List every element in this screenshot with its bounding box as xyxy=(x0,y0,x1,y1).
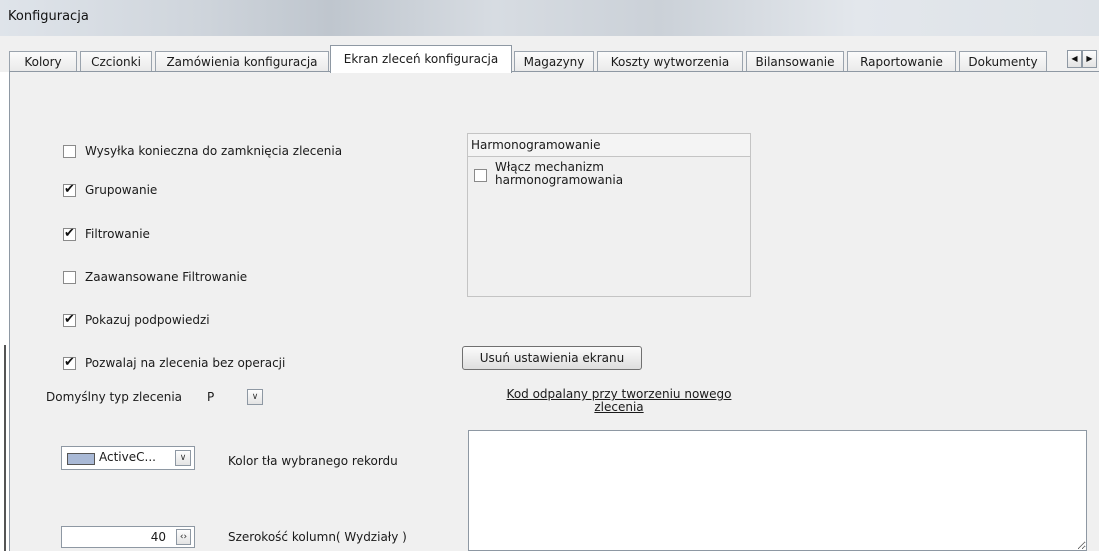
tab-bilansowanie[interactable]: Bilansowanie xyxy=(746,51,844,72)
default-type-value: P xyxy=(207,390,215,404)
chevron-down-icon[interactable]: ∨ xyxy=(175,450,191,466)
color-combo[interactable]: ActiveC... ∨ xyxy=(61,446,195,470)
tab-koszty-wytworzenia[interactable]: Koszty wytworzenia xyxy=(597,51,743,72)
tab-scroll-right-icon[interactable]: ▶ xyxy=(1082,50,1097,68)
color-label: Kolor tła wybranego rekordu xyxy=(228,454,398,468)
tab-raportowanie[interactable]: Raportowanie xyxy=(847,51,956,72)
checkbox-label: Filtrowanie xyxy=(85,227,150,241)
checkbox-label: Pozwalaj na zlecenia bez operacji xyxy=(85,356,286,370)
code-section-label: Kod odpalany przy tworzeniu nowego zlece… xyxy=(506,387,732,414)
color-value: ActiveC... xyxy=(99,450,156,464)
default-type-label: Domyślny typ zlecenia xyxy=(46,390,183,404)
tab-strip: Kolory Czcionki Zamówienia konfiguracja … xyxy=(0,36,1099,73)
tab-magazyny[interactable]: Magazyny xyxy=(514,51,594,72)
checkbox-label: Wysyłka konieczna do zamknięcia zlecenia xyxy=(85,144,343,158)
checkbox[interactable] xyxy=(63,182,76,197)
title-bar: Konfiguracja xyxy=(0,0,1099,37)
tab-scroll-left-icon[interactable]: ◀ xyxy=(1067,50,1082,68)
column-width-label: Szerokość kolumn( Wydziały ) xyxy=(228,530,407,544)
tab-czcionki[interactable]: Czcionki xyxy=(80,51,152,72)
enable-scheduling-label: Włącz mechanizm harmonogramowania xyxy=(495,160,624,187)
left-edge-bar xyxy=(4,345,6,551)
checkbox-label: Grupowanie xyxy=(85,183,158,197)
window-title: Konfiguracja xyxy=(8,9,89,24)
checkbox-label: Pokazuj podpowiedzi xyxy=(85,313,210,327)
code-textarea[interactable] xyxy=(468,430,1087,551)
tab-ekran-zlecen-konfiguracja[interactable]: Ekran zleceń konfiguracja xyxy=(330,45,512,73)
checkbox[interactable] xyxy=(63,226,76,241)
tab-zamowienia-konfiguracja[interactable]: Zamówienia konfiguracja xyxy=(155,51,329,72)
default-type-combo[interactable]: P ∨ xyxy=(205,387,269,407)
spinner-arrows-icon[interactable]: ‹› xyxy=(176,529,191,545)
checkbox[interactable] xyxy=(63,355,76,370)
scheduling-group: Harmonogramowanie Włącz mechanizm harmon… xyxy=(467,133,751,297)
column-width-value: 40 xyxy=(150,530,166,544)
checkbox[interactable] xyxy=(63,271,76,284)
tab-scroll-buttons: ◀ ▶ xyxy=(1067,50,1099,70)
scheduling-group-header: Harmonogramowanie xyxy=(468,134,750,157)
scheduling-group-title: Harmonogramowanie xyxy=(471,138,601,152)
chevron-down-icon[interactable]: ∨ xyxy=(247,389,263,405)
tab-dokumenty[interactable]: Dokumenty xyxy=(959,51,1047,72)
checkbox[interactable] xyxy=(63,145,76,158)
column-width-spinner[interactable]: 40 ‹› xyxy=(61,526,195,548)
reset-screen-settings-button[interactable]: Usuń ustawienia ekranu xyxy=(462,346,642,370)
tab-kolory[interactable]: Kolory xyxy=(9,51,77,72)
checkbox[interactable] xyxy=(63,312,76,327)
color-swatch xyxy=(67,453,95,465)
enable-scheduling-checkbox[interactable] xyxy=(474,169,487,182)
checkbox-label: Zaawansowane Filtrowanie xyxy=(85,270,248,284)
